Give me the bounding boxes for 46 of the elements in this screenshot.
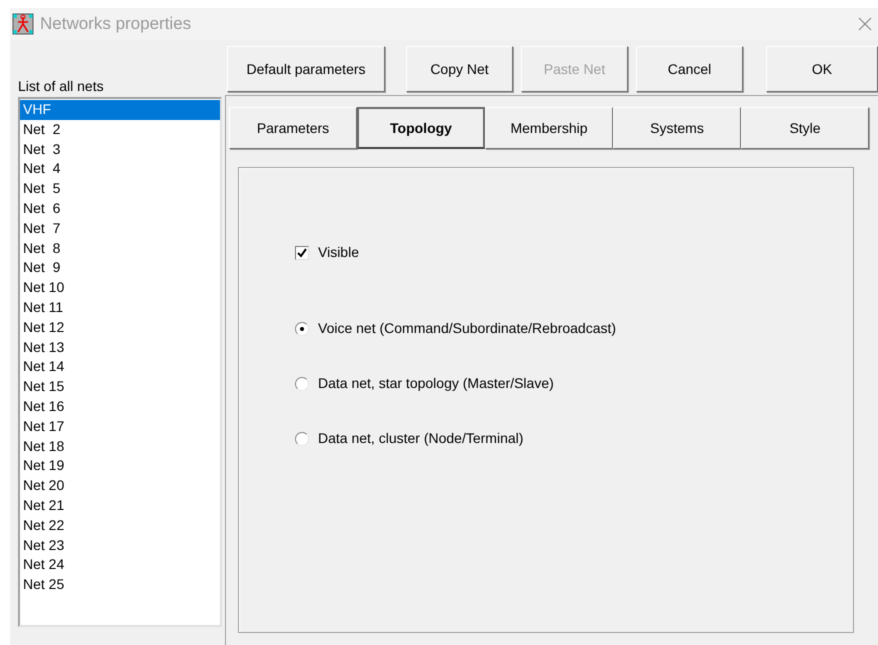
dialog-button[interactable]: Copy Net — [406, 46, 513, 92]
net-item[interactable]: Net 18 — [20, 436, 220, 456]
dialog-button[interactable]: Cancel — [636, 46, 743, 92]
net-item[interactable]: Net 2 — [20, 120, 220, 140]
net-item[interactable]: Net 19 — [20, 456, 220, 476]
radio-button[interactable] — [295, 322, 309, 336]
net-item[interactable]: Net 3 — [20, 140, 220, 160]
tab[interactable]: Style — [741, 107, 869, 149]
radio-label: Voice net (Command/Subordinate/Rebroadcast) — [318, 319, 616, 338]
radio-button[interactable] — [295, 432, 309, 446]
list-label: List of all nets — [18, 78, 105, 94]
net-item[interactable]: Net 17 — [20, 416, 220, 437]
tab[interactable]: Membership — [485, 107, 613, 149]
net-item[interactable]: Net 20 — [20, 476, 220, 496]
net-item[interactable]: Net 4 — [20, 159, 220, 180]
net-item[interactable]: Net 15 — [20, 377, 220, 397]
tab[interactable]: Systems — [613, 107, 741, 149]
net-item[interactable]: Net 10 — [20, 278, 220, 298]
net-item[interactable]: Net 23 — [20, 536, 220, 556]
tab[interactable]: Parameters — [229, 107, 357, 149]
tab[interactable]: Topology — [357, 107, 485, 149]
net-item[interactable]: Net 21 — [20, 496, 220, 516]
checkbox[interactable] — [295, 246, 309, 260]
close-icon[interactable] — [858, 17, 872, 31]
radio-button[interactable] — [295, 376, 309, 390]
net-item[interactable]: Net 8 — [20, 238, 220, 258]
net-item[interactable]: Net 12 — [20, 318, 220, 338]
net-item[interactable]: Net 9 — [20, 258, 220, 278]
net-item[interactable]: Net 5 — [20, 179, 220, 199]
radio-label: Data net, cluster (Node/Terminal) — [318, 429, 524, 448]
net-item[interactable]: Net 7 — [20, 218, 220, 239]
network-icon — [12, 13, 34, 35]
net-item[interactable]: VHF — [20, 100, 220, 120]
net-item[interactable]: Net 16 — [20, 396, 220, 417]
window-title: Networks properties — [40, 13, 192, 36]
dialog-button[interactable]: OK — [766, 46, 878, 92]
checkbox-label: Visible — [318, 243, 359, 262]
dialog-button[interactable]: Default parameters — [227, 46, 385, 92]
net-item[interactable]: Net 14 — [20, 357, 220, 378]
net-item[interactable]: Net 25 — [20, 575, 220, 595]
net-item[interactable]: Net 13 — [20, 338, 220, 358]
net-item[interactable]: Net 22 — [20, 516, 220, 536]
net-item[interactable]: Net 11 — [20, 298, 220, 318]
radio-label: Data net, star topology (Master/Slave) — [318, 374, 554, 393]
net-item[interactable]: Net 6 — [20, 198, 220, 219]
net-item[interactable]: Net 24 — [20, 555, 220, 576]
